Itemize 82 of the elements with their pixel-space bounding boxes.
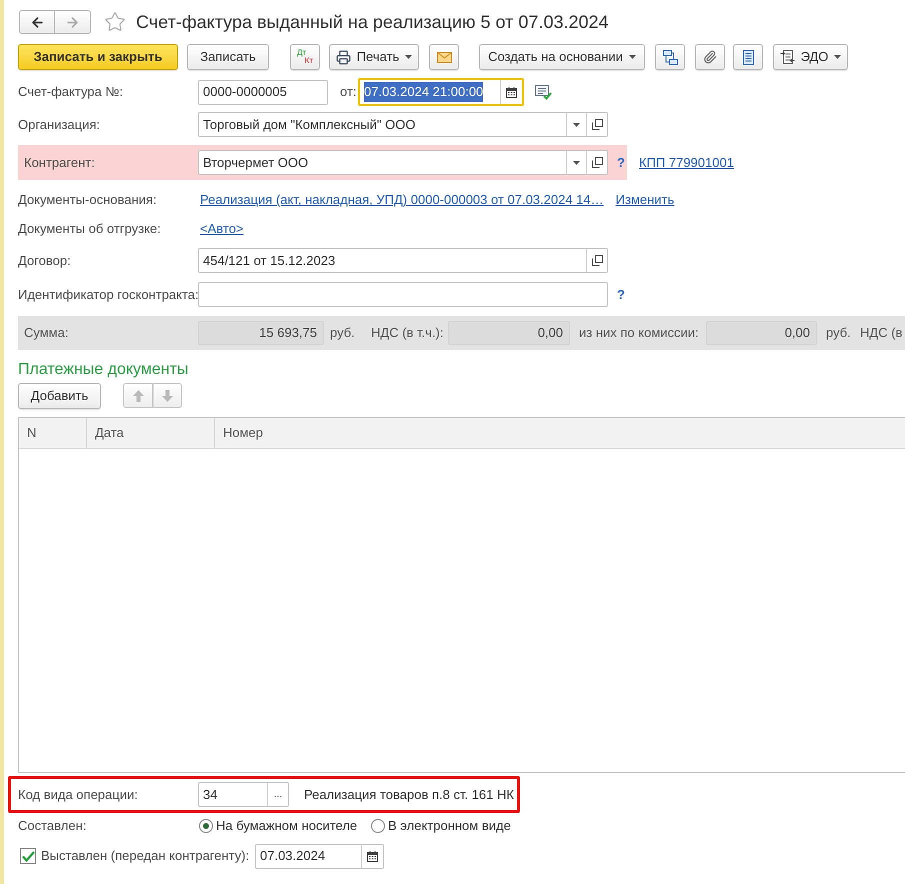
help-button[interactable]: ? xyxy=(617,154,625,170)
caret-icon xyxy=(573,160,580,164)
open-window-icon xyxy=(592,255,602,266)
paperclip-icon xyxy=(703,50,717,64)
shipping-documents-link[interactable]: <Авто> xyxy=(200,219,244,239)
caret-icon xyxy=(628,55,636,59)
back-button[interactable] xyxy=(19,10,55,34)
radio-button[interactable] xyxy=(371,819,385,833)
kpp-link[interactable]: КПП 779901001 xyxy=(639,152,734,172)
attach-file-button[interactable] xyxy=(695,44,725,70)
column-header[interactable]: Номер xyxy=(215,418,905,448)
radio-label[interactable]: В электронном виде xyxy=(388,816,511,836)
print-button[interactable]: Печать xyxy=(329,44,419,70)
radio-label[interactable]: На бумажном носителе xyxy=(216,816,358,836)
save-button[interactable]: Записать xyxy=(187,44,269,70)
total-label: Сумма: xyxy=(23,324,70,342)
amount-field: 15 693,75 xyxy=(198,321,324,345)
invoice-number-field[interactable]: 0000-0000005 xyxy=(198,80,328,104)
total-label: руб. xyxy=(826,324,852,342)
issued-date-field[interactable]: 07.03.2024 xyxy=(255,844,384,868)
caret-icon xyxy=(834,55,842,59)
add-button[interactable]: Добавить xyxy=(18,382,101,408)
list-icon xyxy=(742,50,754,64)
favorite-star-button[interactable] xyxy=(104,11,126,33)
edo-button[interactable]: ЭДО xyxy=(773,44,848,70)
email-button[interactable] xyxy=(429,44,459,70)
star-icon xyxy=(104,11,126,33)
total-label: НДС (в т.ч.): xyxy=(371,324,444,342)
total-label: из них по комиссии: xyxy=(579,324,700,342)
field-label: Организация: xyxy=(18,116,102,134)
calendar-icon xyxy=(506,86,517,98)
field-label: Счет-фактура №: xyxy=(18,83,124,102)
counterparty-field[interactable]: Вторчермет ООО xyxy=(198,150,608,175)
save-and-close-button[interactable]: Записать и закрыть xyxy=(18,44,178,70)
calendar-icon xyxy=(367,850,378,862)
open-window-icon xyxy=(592,119,602,130)
field-label: Документы об отгрузке: xyxy=(18,220,162,238)
checkmark-icon xyxy=(22,850,34,862)
arrow-up-icon xyxy=(132,390,144,402)
field-label: Договор: xyxy=(18,252,72,270)
field-label: от: xyxy=(340,83,358,102)
printer-icon xyxy=(336,50,351,64)
total-label: руб. xyxy=(330,324,356,342)
arrow-down-icon xyxy=(162,390,173,402)
change-link[interactable]: Изменить xyxy=(616,190,674,210)
arrow-right-icon xyxy=(65,14,80,30)
structure-icon xyxy=(662,50,678,64)
column-header[interactable]: Дата xyxy=(87,418,215,448)
gov-contract-id-field[interactable] xyxy=(198,282,608,307)
structure-button[interactable] xyxy=(655,44,685,70)
field-label: Составлен: xyxy=(18,817,88,836)
contract-field[interactable]: 454/121 от 15.12.2023 xyxy=(198,248,608,273)
help-button[interactable]: ? xyxy=(617,286,625,302)
column-header[interactable]: N xyxy=(19,418,87,448)
amount-field: 0,00 xyxy=(448,321,570,345)
caret-icon xyxy=(573,122,580,126)
debit-credit-button[interactable]: Дт Кт xyxy=(290,44,320,70)
amount-field: 0,00 xyxy=(706,321,817,345)
envelope-icon xyxy=(436,52,452,62)
check-document-button[interactable] xyxy=(535,84,552,100)
document-check-icon xyxy=(535,84,552,100)
field-label: Контрагент: xyxy=(24,154,96,172)
open-window-icon xyxy=(592,157,602,168)
select-button[interactable]: ... xyxy=(267,783,288,806)
list-button[interactable] xyxy=(733,44,763,70)
operation-code-field[interactable]: 34 ... xyxy=(198,782,289,807)
field-label: Код вида операции: xyxy=(18,786,139,804)
create-based-on-button[interactable]: Создать на основании xyxy=(479,44,645,70)
radio-button[interactable] xyxy=(199,819,213,833)
caret-icon xyxy=(405,55,412,59)
issued-checkbox[interactable] xyxy=(20,848,36,864)
window-title: Счет-фактура выданный на реализацию 5 от 07.03.2024 xyxy=(136,10,609,34)
checkbox-label[interactable]: Выставлен (передан контрагенту): xyxy=(41,846,250,866)
section-heading: Платежные документы xyxy=(18,360,188,380)
organization-field[interactable]: Торговый дом "Комплексный" ООО xyxy=(198,112,608,137)
field-label: Идентификатор госконтракта: xyxy=(18,286,198,304)
date-field[interactable]: 07.03.2024 21:00:00 xyxy=(358,78,524,106)
operation-description: Реализация товаров п.8 ст. 161 НК xyxy=(304,786,514,804)
base-document-link[interactable]: Реализация (акт, накладная, УПД) 0000-000003 от 07.03.2024 14… xyxy=(200,190,604,210)
document-exchange-icon xyxy=(780,50,795,64)
field-label: Документы-основания: xyxy=(18,191,158,210)
total-label: НДС (в xyxy=(860,324,902,342)
